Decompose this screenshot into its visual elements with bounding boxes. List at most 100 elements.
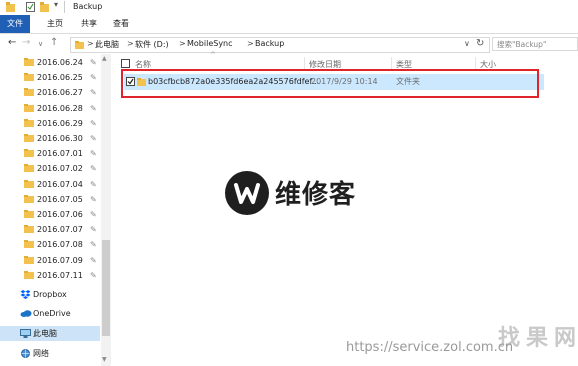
sidebar-item-label: 2016.07.09 [37,255,83,265]
sidebar-item-label: 2016.07.01 [37,149,83,159]
pin-icon[interactable]: ✎ [90,85,97,100]
tab-home[interactable]: 主页 [40,15,70,33]
watermark-brand: 维修客 [275,180,357,210]
breadcrumb-backup[interactable]: Backup [255,39,284,48]
pin-icon[interactable]: ✎ [90,192,97,207]
sidebar-item-this-pc[interactable]: 此电脑 [0,326,100,341]
sidebar-item-folder[interactable]: 2016.06.27 ✎ [0,85,100,100]
tab-share[interactable]: 共享 [74,15,104,33]
folder-icon [24,134,34,142]
scroll-up-icon[interactable]: ▲ [102,55,107,62]
sidebar-item-folder[interactable]: 2016.06.24 ✎ [0,55,100,70]
pin-icon[interactable]: ✎ [90,253,97,268]
sidebar-item-folder[interactable]: 2016.07.05 ✎ [0,192,100,207]
pin-icon[interactable]: ✎ [90,161,97,176]
sidebar-item-label: OneDrive [33,309,71,318]
up-arrow-icon[interactable]: ↑ [50,37,58,49]
forward-arrow-icon[interactable]: → [22,37,30,49]
back-arrow-icon[interactable]: ← [8,37,16,49]
sidebar-item-folder[interactable]: 2016.07.11 ✎ [0,268,100,283]
breadcrumb-separator: > [247,39,254,48]
sidebar-item-label: 2016.07.04 [37,179,83,189]
sidebar-item-folder[interactable]: 2016.06.29 ✎ [0,116,100,131]
sidebar-item-label: 2016.07.06 [37,210,83,219]
breadcrumb-this-pc[interactable]: 此电脑 [95,39,119,50]
pin-icon[interactable]: ✎ [90,207,97,222]
network-icon [21,349,30,358]
folder-icon [24,225,34,234]
title-divider [64,1,65,13]
sidebar-item-label: 网络 [33,349,49,358]
sidebar-item-network[interactable]: 网络 [0,346,100,361]
sidebar-item-label: 2016.06.28 [37,103,83,113]
onedrive-icon [20,310,32,317]
pin-icon[interactable]: ✎ [90,177,97,192]
sidebar-item-label: 2016.06.25 [37,73,83,83]
breadcrumb-mobilesync[interactable]: MobileSync [187,39,233,48]
properties-icon[interactable] [26,2,35,12]
navigation-pane: 2016.06.24 ✎ 2016.06.25 ✎ 2016.06.27 ✎ 2016.06… [0,54,112,366]
sidebar-item-folder[interactable]: 2016.07.02 ✎ [0,161,100,176]
breadcrumb-drive-d[interactable]: 软件 (D:) [135,39,169,50]
folder-icon [24,210,34,218]
folder-icon [24,179,34,188]
folder-icon [24,149,34,158]
address-bar[interactable]: > 此电脑 > 软件 (D:) > MobileSync > Backup ∨ … [70,37,490,53]
recent-locations-icon[interactable]: ∨ [38,38,43,50]
breadcrumb-separator: > [87,39,94,48]
search-input[interactable]: 搜索"Backup" [492,37,578,51]
pin-icon[interactable]: ✎ [90,116,97,131]
window-title: Backup [73,2,103,11]
navigation-scrollbar[interactable]: ▲ ▼ [101,54,111,366]
pin-icon[interactable]: ✎ [90,146,97,161]
sidebar-item-dropbox[interactable]: Dropbox [0,287,100,302]
sidebar-item-folder[interactable]: 2016.06.30 ✎ [0,131,100,146]
sidebar-item-folder[interactable]: 2016.07.04 ✎ [0,177,100,192]
column-divider[interactable] [391,57,392,69]
scroll-down-icon[interactable]: ▼ [102,356,107,363]
pin-icon[interactable]: ✎ [90,131,97,146]
computer-icon [20,329,31,338]
address-row: ← → ∨ ↑ > 此电脑 > 软件 (D:) > MobileSync > B… [0,34,578,54]
folder-icon [75,41,84,49]
sidebar-item-folder[interactable]: 2016.07.01 ✎ [0,146,100,161]
scrollbar-thumb[interactable] [102,240,110,336]
tab-view[interactable]: 查看 [106,15,136,33]
pin-icon[interactable]: ✎ [90,101,97,116]
tab-file[interactable]: 文件 [0,15,30,33]
sidebar-item-folder[interactable]: 2016.06.25 ✎ [0,70,100,85]
sidebar-item-label: 2016.07.11 [37,270,83,280]
brand-logo-icon [225,171,269,215]
sidebar-item-folder[interactable]: 2016.07.06 ✎ [0,207,100,222]
sidebar-item-folder[interactable]: 2016.07.07 ✎ [0,222,100,237]
column-divider[interactable] [304,57,305,69]
select-all-checkbox[interactable] [121,59,130,68]
pin-icon[interactable]: ✎ [90,268,97,283]
sidebar-item-onedrive[interactable]: OneDrive [0,306,100,321]
address-dropdown-icon[interactable]: ∨ [464,39,470,48]
title-bar: ▾ Backup [0,0,578,15]
pin-icon[interactable]: ✎ [90,222,97,237]
folder-icon [24,118,34,127]
folder-icon [24,255,34,264]
folder-icon [24,270,34,279]
sidebar-item-label: 2016.07.05 [37,194,83,204]
new-folder-icon[interactable] [40,2,49,12]
sidebar-item-folder[interactable]: 2016.07.09 ✎ [0,253,100,268]
pin-icon[interactable]: ✎ [90,55,97,70]
folder-icon [24,240,34,249]
refresh-icon[interactable]: ↻ [476,38,484,49]
sidebar-item-label: 2016.06.27 [37,88,83,98]
column-divider[interactable] [475,57,476,69]
sidebar-item-folder[interactable]: 2016.06.28 ✎ [0,101,100,116]
pin-icon[interactable]: ✎ [90,70,97,85]
sidebar-item-folder[interactable]: 2016.07.08 ✎ [0,237,100,252]
watermark-url: https://service.zol.com.cn [346,340,514,355]
sidebar-item-label: 2016.06.30 [37,134,83,143]
breadcrumb-separator: > [179,39,186,48]
folder-icon [6,2,15,12]
sidebar-item-label: 2016.06.24 [37,58,83,67]
quick-access-dropdown-icon[interactable]: ▾ [54,0,63,10]
pin-icon[interactable]: ✎ [90,237,97,252]
sidebar-item-label: 2016.07.02 [37,164,83,174]
